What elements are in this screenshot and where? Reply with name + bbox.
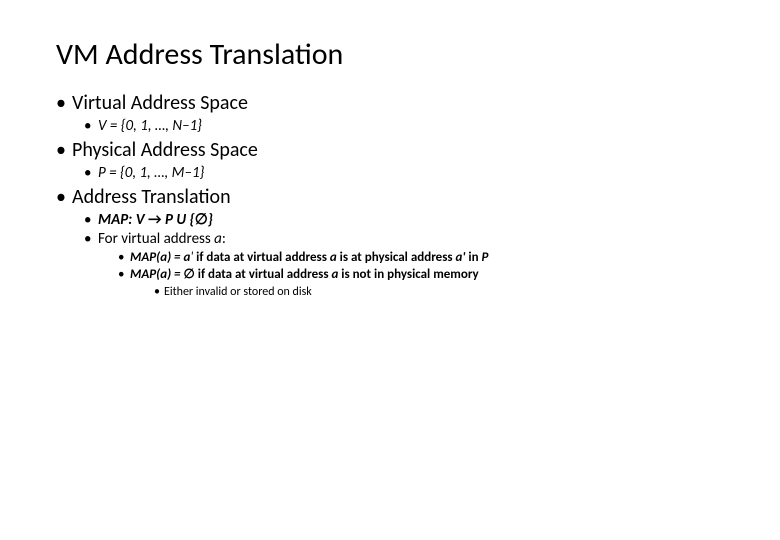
text: if data at virtual address xyxy=(193,250,330,265)
sub-bullet-v-def: V = {0, 1, …, N–1} xyxy=(84,117,732,136)
sub-bullet-p-def: P = {0, 1, …, M–1} xyxy=(84,164,732,183)
text: Either invalid or stored on disk xyxy=(164,285,312,299)
case-map-empty: MAP(a) = ∅ if data at virtual address a … xyxy=(118,267,732,299)
text: : xyxy=(222,230,226,248)
bullet-list: Virtual Address Space V = {0, 1, …, N–1}… xyxy=(56,91,732,300)
sub-bullet-for-addr: For virtual address a: MAP(a) = a' if da… xyxy=(84,230,732,299)
arrow-icon: → xyxy=(148,211,162,229)
case-map-a-prime: MAP(a) = a' if data at virtual address a… xyxy=(118,250,732,266)
text: in xyxy=(465,250,481,265)
bullet-text: Address Translation xyxy=(72,185,231,209)
sub-bullet-map-def: MAP: V → P U {∅} xyxy=(84,211,732,230)
var-a: a xyxy=(330,250,337,265)
bullet-address-translation: Address Translation MAP: V → P U {∅} For… xyxy=(56,185,732,300)
bullet-text: Virtual Address Space xyxy=(72,91,248,115)
bullet-physical-space: Physical Address Space P = {0, 1, …, M–1… xyxy=(56,138,732,183)
text: is not in physical memory xyxy=(338,267,478,282)
text: if data at virtual address xyxy=(195,267,332,282)
text-map-label: MAP: V xyxy=(98,211,148,229)
var-p: P xyxy=(481,250,488,265)
text-map-close: } xyxy=(208,211,213,229)
var-a: a xyxy=(214,230,222,248)
empty-set-icon: ∅ xyxy=(183,267,194,282)
bullet-text: V = {0, 1, …, N–1} xyxy=(98,117,202,135)
slide: VM Address Translation Virtual Address S… xyxy=(0,0,780,320)
text: MAP(a) = xyxy=(130,267,183,282)
slide-title: VM Address Translation xyxy=(56,36,732,73)
bullet-virtual-space: Virtual Address Space V = {0, 1, …, N–1} xyxy=(56,91,732,136)
text: For virtual address xyxy=(98,230,214,248)
var-a-prime: a' xyxy=(456,250,466,265)
text: MAP(a) = a xyxy=(130,250,190,265)
text-map-rest: P U { xyxy=(162,211,195,229)
text: is at physical address xyxy=(337,250,456,265)
bullet-text: Physical Address Space xyxy=(72,138,258,162)
note-invalid-or-disk: Either invalid or stored on disk xyxy=(154,285,732,300)
empty-set-icon: ∅ xyxy=(195,211,208,229)
bullet-text: P = {0, 1, …, M–1} xyxy=(98,164,204,182)
